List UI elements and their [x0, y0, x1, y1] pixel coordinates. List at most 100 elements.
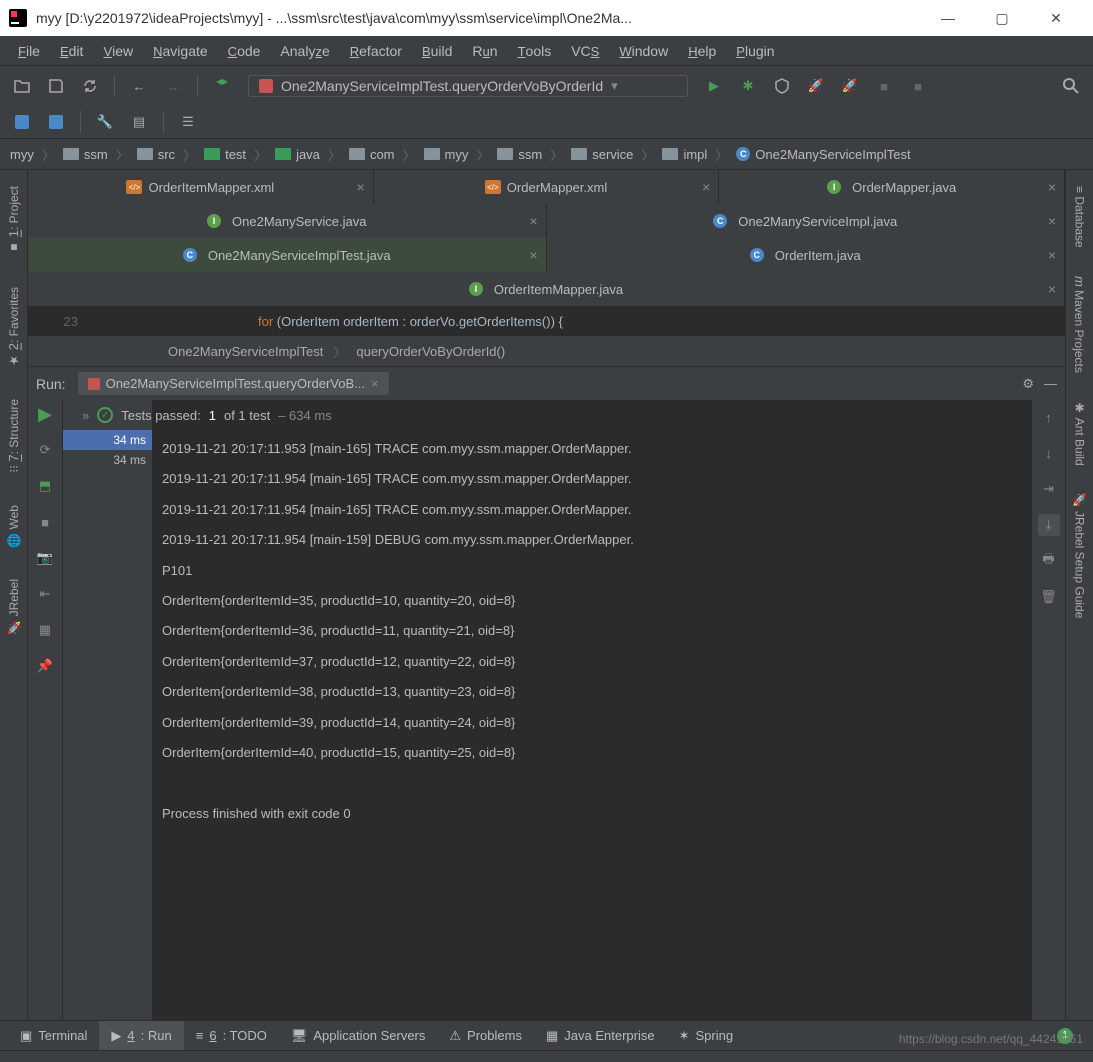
menu-run[interactable]: Run [464, 39, 505, 63]
tab-close-icon[interactable]: × [1048, 281, 1056, 297]
editor-tab[interactable]: COrderItem.java× [547, 238, 1066, 272]
tool-jrebel[interactable]: 🚀 JRebel [7, 573, 21, 640]
exit-icon[interactable]: ⇤ [34, 583, 56, 605]
console-output[interactable]: 2019-11-21 20:17:11.953 [main-165] TRACE… [152, 400, 1031, 1020]
forward-icon[interactable]: → [159, 72, 187, 100]
menu-plugin[interactable]: Plugin [728, 39, 782, 63]
wrap-icon[interactable]: ⇥ [1038, 478, 1060, 500]
tool-run[interactable]: ▶ 4: Run [99, 1021, 183, 1050]
list-icon[interactable]: ☰ [174, 108, 202, 136]
menu-vcs[interactable]: VCS [563, 39, 607, 63]
jrebel-run-icon[interactable]: 🚀 [802, 72, 830, 100]
toggle-auto-icon[interactable]: ⟳ [34, 439, 56, 461]
breadcrumb-item[interactable]: ssm [57, 147, 114, 162]
down-icon[interactable]: ↓ [1038, 442, 1060, 464]
print-icon[interactable]: 🖶 [1038, 550, 1060, 572]
new-class-icon[interactable] [8, 108, 36, 136]
layout-icon[interactable]: ▦ [34, 619, 56, 641]
tool-favorites[interactable]: ★ 2: Favorites [6, 281, 21, 374]
dump-icon[interactable]: 📷 [34, 547, 56, 569]
tool-java-ee[interactable]: ▦ Java Enterprise [534, 1021, 667, 1050]
breadcrumb-item[interactable]: java [269, 147, 326, 162]
menu-code[interactable]: Code [220, 39, 269, 63]
breadcrumb-item[interactable]: COne2ManyServiceImplTest [730, 147, 916, 162]
breadcrumb-item[interactable]: com [343, 147, 401, 162]
editor-tab[interactable]: </>OrderItemMapper.xml× [28, 170, 374, 204]
editor-tab[interactable]: IOrderItemMapper.java× [28, 272, 1065, 306]
search-icon[interactable] [1057, 72, 1085, 100]
tab-close-icon[interactable]: × [702, 179, 710, 195]
menu-tools[interactable]: Tools [510, 39, 560, 63]
menu-view[interactable]: View [95, 39, 141, 63]
menu-analyze[interactable]: Analyze [272, 39, 337, 63]
tool-appservers[interactable]: 🖥 Application Servers [279, 1021, 438, 1050]
editor-tab[interactable]: IOne2ManyService.java× [28, 204, 547, 238]
close-button[interactable]: ✕ [1041, 3, 1071, 33]
editor[interactable]: 23 for (OrderItem orderItem : orderVo.ge… [28, 306, 1065, 336]
tool-terminal[interactable]: ▣ Terminal [8, 1021, 99, 1050]
build-icon[interactable] [208, 72, 236, 100]
scroll-end-icon[interactable]: ⤓ [1038, 514, 1060, 536]
menu-navigate[interactable]: Navigate [145, 39, 216, 63]
stop-icon[interactable]: ■ [34, 511, 56, 533]
open-icon[interactable] [8, 72, 36, 100]
breadcrumb-item[interactable]: myy [4, 147, 40, 162]
tool-jrebel-setup[interactable]: 🚀 JRebel Setup Guide [1073, 487, 1087, 624]
rerun-button[interactable]: ▶ [38, 404, 52, 425]
tab-close-icon[interactable]: × [529, 213, 537, 229]
test-time[interactable]: 34 ms [63, 430, 152, 450]
menu-window[interactable]: Window [611, 39, 676, 63]
tab-close-icon[interactable]: × [1048, 213, 1056, 229]
tab-close-icon[interactable]: × [356, 179, 364, 195]
minimize-button[interactable]: — [933, 3, 963, 33]
tool-spring[interactable]: ✶ Spring [667, 1021, 745, 1050]
tab-close-icon[interactable]: × [371, 376, 379, 391]
save-icon[interactable] [42, 72, 70, 100]
wrench-icon[interactable]: 🔧 [91, 108, 119, 136]
breadcrumb-item[interactable]: impl [656, 147, 713, 162]
stop-button[interactable]: ■ [870, 72, 898, 100]
editor-crumb[interactable]: queryOrderVoByOrderId() [356, 344, 505, 359]
back-icon[interactable]: ← [125, 72, 153, 100]
breadcrumb-item[interactable]: service [565, 147, 639, 162]
tool-structure[interactable]: ⁝⁝ 7: Structure [6, 393, 21, 479]
editor-tab[interactable]: </>OrderMapper.xml× [374, 170, 720, 204]
pin-icon[interactable]: 📌 [34, 655, 56, 677]
tool-todo[interactable]: ≡ 6: TODO [184, 1021, 279, 1050]
tool-project[interactable]: ■ 1: Project [6, 180, 21, 261]
menu-help[interactable]: Help [680, 39, 724, 63]
menu-edit[interactable]: Edit [52, 39, 91, 63]
new-class2-icon[interactable] [42, 108, 70, 136]
sync-icon[interactable] [76, 72, 104, 100]
gear-icon[interactable]: ⚙ [1022, 376, 1034, 392]
breadcrumb-item[interactable]: test [198, 147, 252, 162]
editor-tab[interactable]: IOrderMapper.java× [719, 170, 1065, 204]
breadcrumb-item[interactable]: myy [418, 147, 475, 162]
trash-icon[interactable]: 🗑 [1038, 586, 1060, 608]
breadcrumb-item[interactable]: ssm [491, 147, 548, 162]
maximize-button[interactable]: ▢ [987, 3, 1017, 33]
tool-problems[interactable]: ⚠ Problems [437, 1021, 534, 1050]
tool-web[interactable]: 🌐 Web [7, 499, 21, 553]
coverage-button[interactable] [768, 72, 796, 100]
menu-build[interactable]: Build [414, 39, 460, 63]
editor-tab-active[interactable]: COne2ManyServiceImplTest.java× [28, 238, 547, 272]
tab-close-icon[interactable]: × [1048, 247, 1056, 263]
editor-tab[interactable]: COne2ManyServiceImpl.java× [547, 204, 1066, 238]
run-button[interactable]: ▶ [700, 72, 728, 100]
run-config-selector[interactable]: One2ManyServiceImplTest.queryOrderVoByOr… [248, 75, 688, 97]
test-time[interactable]: 34 ms [63, 450, 152, 470]
tab-close-icon[interactable]: × [1048, 179, 1056, 195]
menu-refactor[interactable]: Refactor [342, 39, 410, 63]
tool-database[interactable]: ≡ Database [1073, 180, 1087, 254]
debug-button[interactable]: ✱ [734, 72, 762, 100]
minimize-panel-icon[interactable]: — [1044, 376, 1057, 392]
breadcrumb-item[interactable]: src [131, 147, 181, 162]
tool-ant[interactable]: ✱ Ant Build [1073, 395, 1087, 472]
jrebel-debug-icon[interactable]: 🚀 [836, 72, 864, 100]
tab-close-icon[interactable]: × [529, 247, 537, 263]
filter-icon[interactable]: ▤ [125, 108, 153, 136]
run-tab[interactable]: One2ManyServiceImplTest.queryOrderVoB...… [78, 372, 389, 395]
tool-maven[interactable]: m Maven Projects [1072, 270, 1087, 379]
menu-file[interactable]: File [10, 39, 48, 63]
